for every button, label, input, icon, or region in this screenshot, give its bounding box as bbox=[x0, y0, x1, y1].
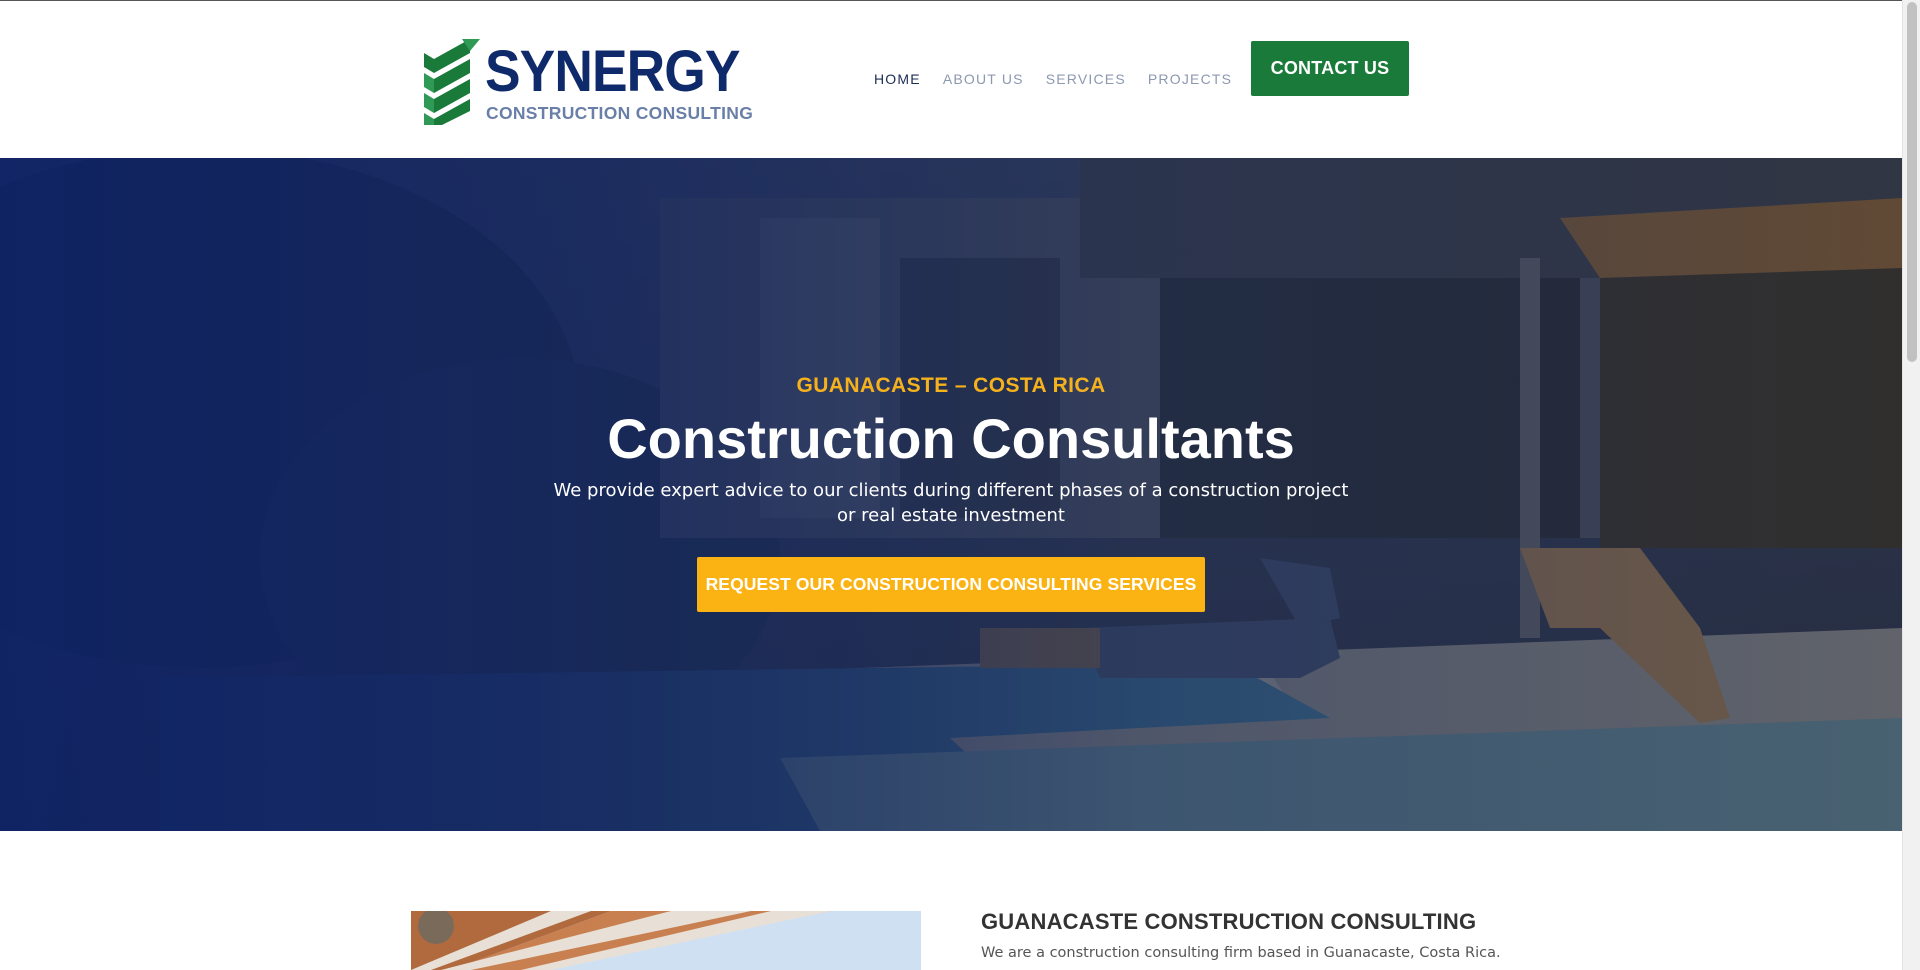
hero-title: Construction Consultants bbox=[607, 407, 1295, 470]
nav-item-home[interactable]: HOME bbox=[874, 71, 921, 87]
hero-description: We provide expert advice to our clients … bbox=[551, 478, 1351, 528]
pergola-photo bbox=[411, 911, 921, 970]
about-text: We are a construction consulting firm ba… bbox=[981, 945, 1501, 961]
hero-kicker: GUANACASTE – COSTA RICA bbox=[796, 374, 1106, 397]
site-logo[interactable]: SYNERGY CONSTRUCTION CONSULTING bbox=[420, 39, 753, 125]
nav-item-projects[interactable]: PROJECTS bbox=[1148, 71, 1232, 87]
site-header: SYNERGY CONSTRUCTION CONSULTING HOME ABO… bbox=[0, 1, 1902, 158]
about-image bbox=[411, 911, 921, 970]
hero-description-line-1: We provide expert advice to our clients … bbox=[553, 480, 1349, 501]
nav-item-about-us[interactable]: ABOUT US bbox=[943, 71, 1024, 87]
logo-tagline: CONSTRUCTION CONSULTING bbox=[486, 103, 754, 123]
hero-section: GUANACASTE – COSTA RICA Construction Con… bbox=[0, 158, 1902, 831]
chevron-stack-logo-icon bbox=[424, 39, 480, 125]
request-services-button[interactable]: REQUEST OUR CONSTRUCTION CONSULTING SERV… bbox=[697, 557, 1205, 612]
contact-us-button[interactable]: CONTACT US bbox=[1251, 41, 1409, 96]
nav-item-services[interactable]: SERVICES bbox=[1046, 71, 1126, 87]
scrollbar-thumb[interactable] bbox=[1907, 2, 1917, 362]
hero-description-line-2: or real estate investment bbox=[836, 505, 1065, 526]
main-nav: HOME ABOUT US SERVICES PROJECTS bbox=[874, 71, 1254, 87]
logo-wordmark: SYNERGY bbox=[485, 39, 740, 104]
about-title: GUANACASTE CONSTRUCTION CONSULTING bbox=[981, 909, 1477, 934]
page-scrollbar[interactable] bbox=[1902, 0, 1920, 970]
